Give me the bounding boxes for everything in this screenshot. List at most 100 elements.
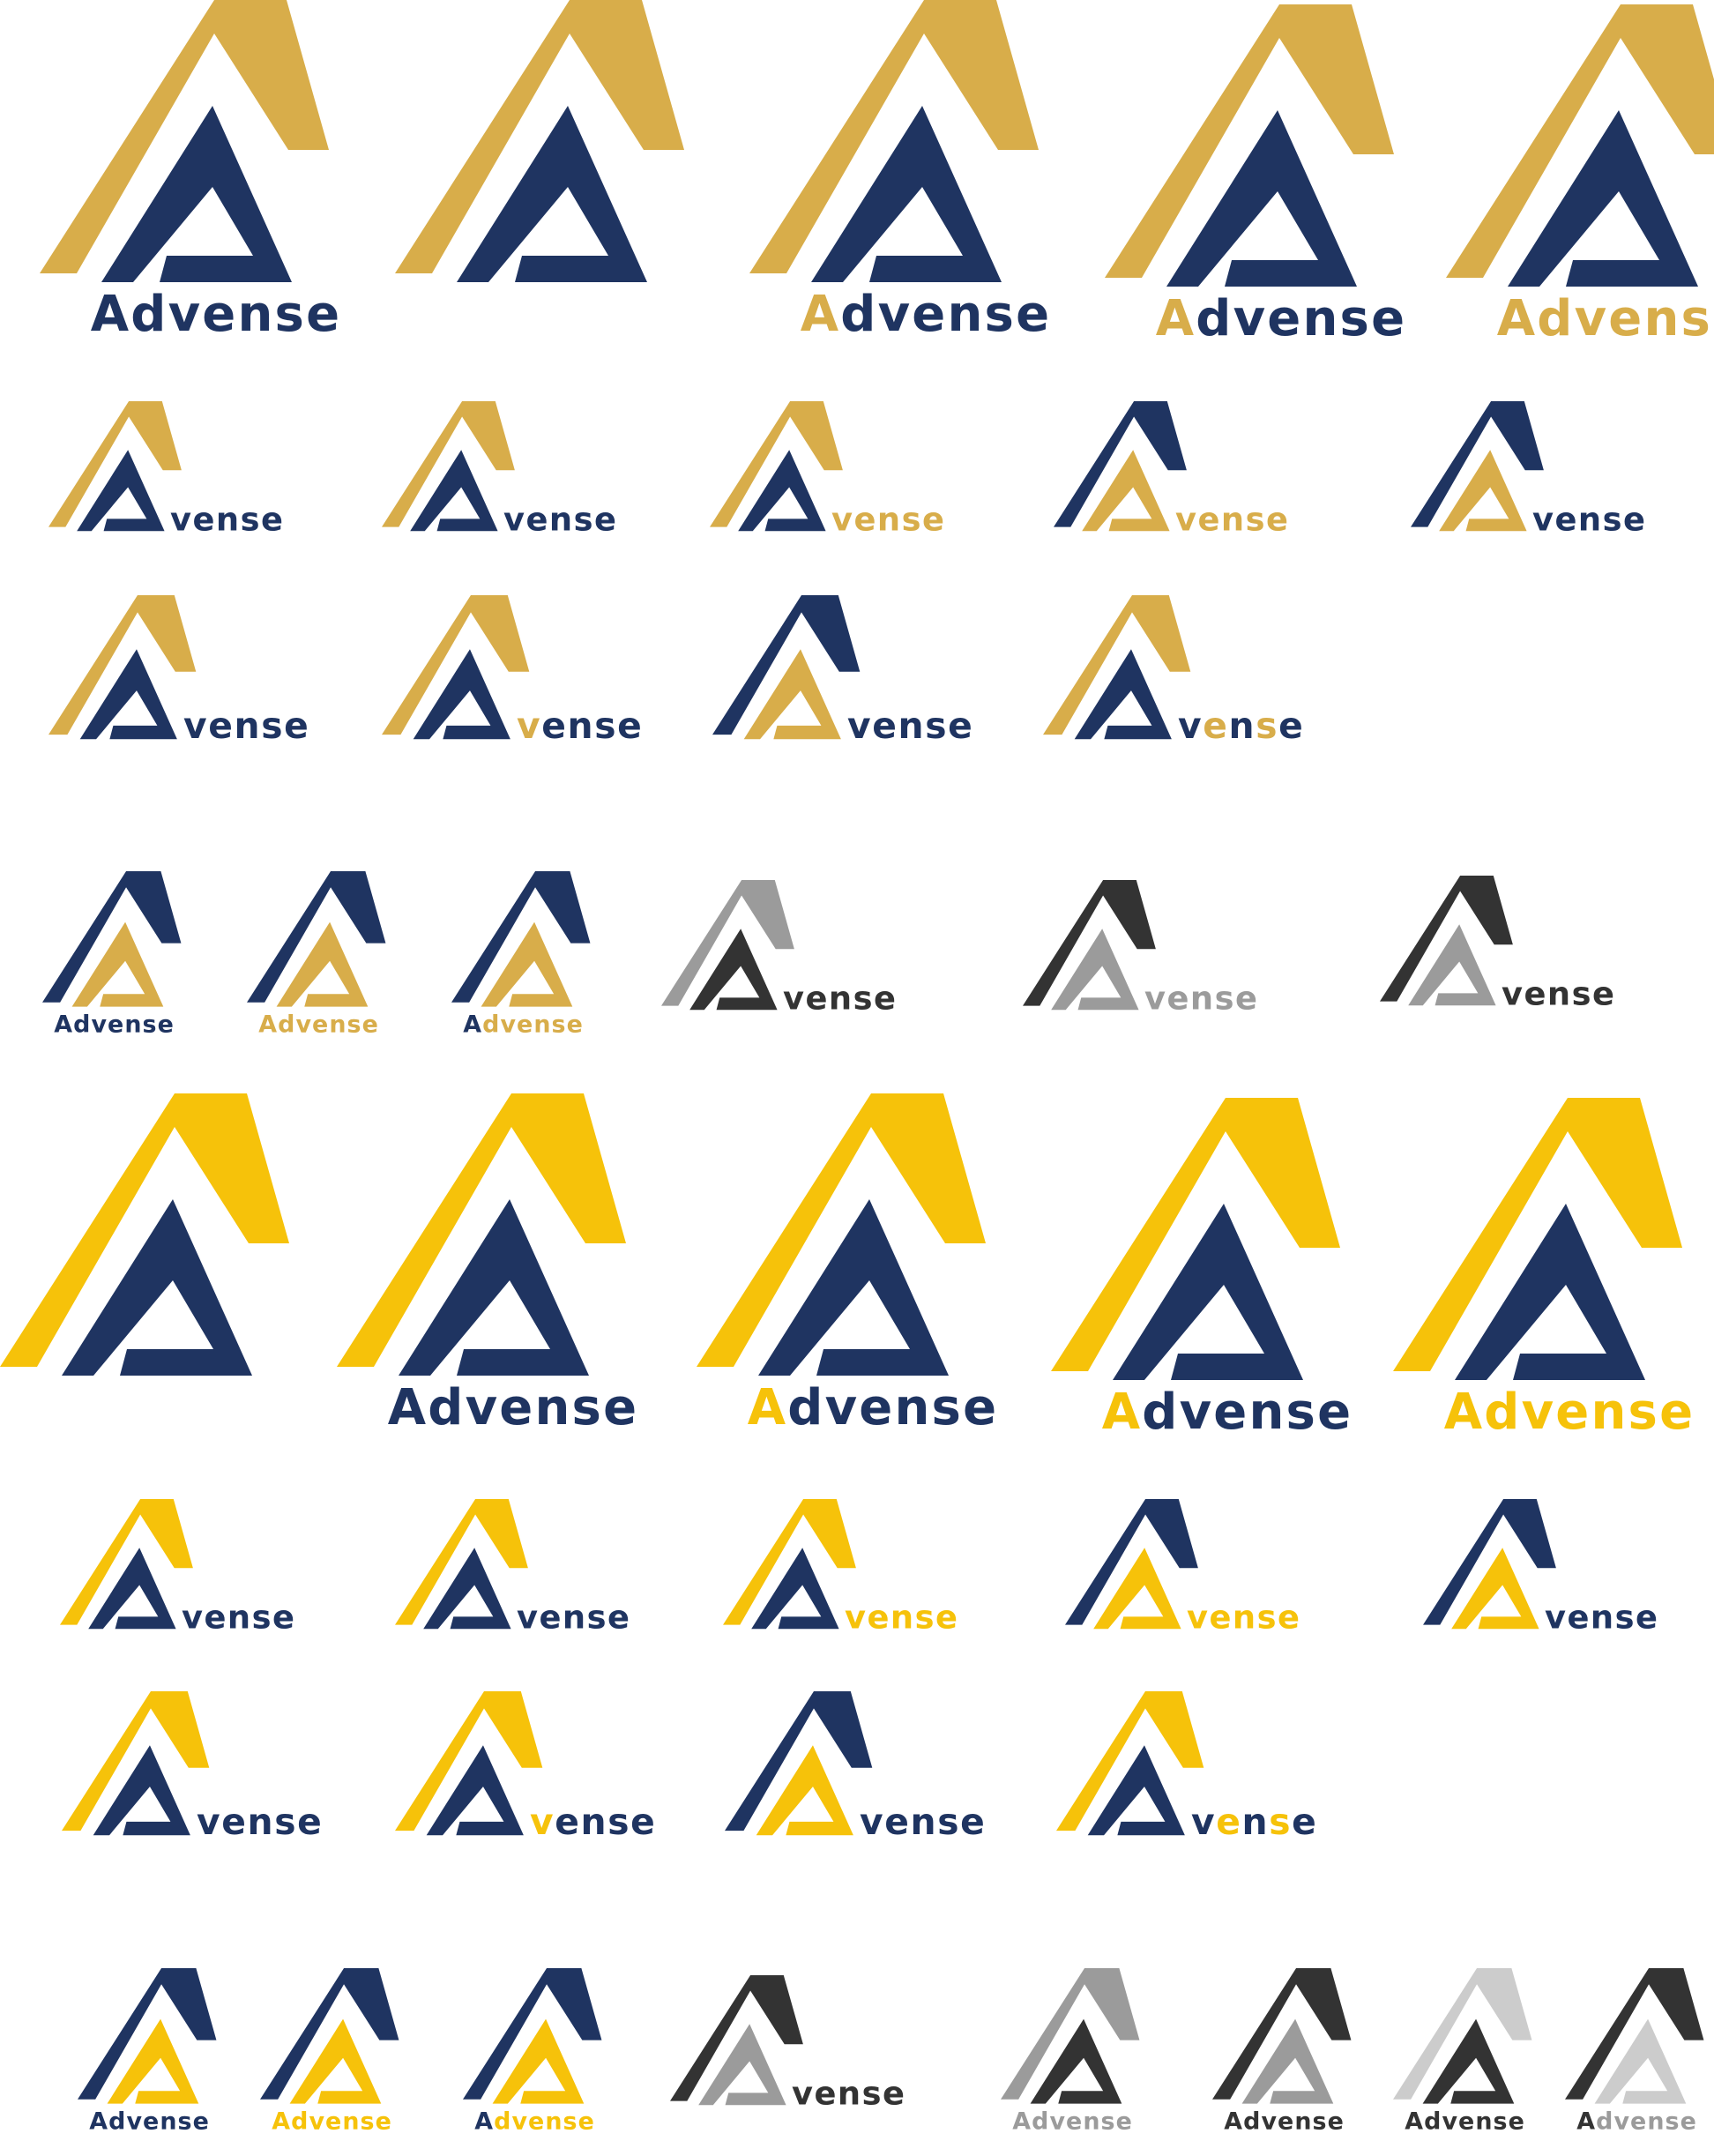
logo-roof-chevron xyxy=(712,595,861,735)
wordmark-letter: s xyxy=(563,2108,578,2135)
wordmark-letter: s xyxy=(241,500,261,538)
wordmark-letter: s xyxy=(1628,1384,1660,1441)
logo-variant: vense xyxy=(48,401,283,538)
wordmark-letter: s xyxy=(985,286,1017,343)
wordmark-letter: e xyxy=(874,979,897,1017)
logo-wordmark: Advense xyxy=(801,286,1052,343)
wordmark-letter: v xyxy=(170,500,192,538)
wordmark-letter: v xyxy=(1191,1801,1216,1843)
logo-variant: Advense xyxy=(1446,4,1714,347)
wordmark-letter: e xyxy=(362,1011,379,1038)
logo-wordmark: Advense xyxy=(1497,290,1714,347)
logo-wordmark: vense xyxy=(1187,1598,1300,1636)
wordmark-letter: s xyxy=(937,1801,960,1843)
wordmark-letter: A xyxy=(801,286,841,343)
wordmark-letter: A xyxy=(1444,1384,1485,1441)
wordmark-letter: s xyxy=(552,1011,567,1038)
wordmark-letter: v xyxy=(168,286,203,343)
wordmark-letter: n xyxy=(1248,1384,1286,1441)
wordmark-letter: n xyxy=(581,1801,608,1843)
logo-roof-chevron xyxy=(1105,4,1394,278)
wordmark-letter: n xyxy=(235,705,262,747)
wordmark-letter: v xyxy=(503,500,525,538)
wordmark-letter: v xyxy=(860,1801,884,1843)
wordmark-letter: v xyxy=(91,1011,108,1038)
wordmark-letter: n xyxy=(947,286,984,343)
wordmark-letter: v xyxy=(500,1011,517,1038)
logo-wordmark: Advense xyxy=(54,1011,175,1038)
logo-roof-chevron xyxy=(395,1499,528,1625)
wordmark-letter: n xyxy=(1578,500,1603,538)
logo-variant: vense xyxy=(710,401,944,538)
wordmark-letter: v xyxy=(1261,2108,1278,2135)
logo-wordmark: Advense xyxy=(1405,2108,1525,2135)
wordmark-letter: n xyxy=(1475,2108,1493,2135)
wordmark-letter: n xyxy=(1083,2108,1100,2135)
wordmark-letter: s xyxy=(932,1379,964,1436)
logo-wordmark: vense xyxy=(517,1598,630,1636)
logo-variant: vense xyxy=(62,1691,322,1843)
wordmark-letter: s xyxy=(1340,290,1372,347)
wordmark-letter: s xyxy=(1269,1801,1292,1843)
wordmark-letter: n xyxy=(1229,705,1256,747)
wordmark-letter: e xyxy=(1166,979,1189,1017)
wordmark-letter: s xyxy=(252,1598,272,1636)
logo-variant: Advense xyxy=(697,1093,998,1436)
wordmark-letter: v xyxy=(1522,1384,1556,1441)
logo-wordmark: vense xyxy=(1532,500,1646,538)
logo-wordmark: vense xyxy=(1178,705,1304,747)
wordmark-letter: e xyxy=(1235,979,1258,1017)
wordmark-letter: v xyxy=(126,2108,143,2135)
wordmark-letter: n xyxy=(877,500,902,538)
logo-variant: Advense xyxy=(1393,1968,1532,2135)
logo-roof-chevron xyxy=(337,1093,626,1367)
wordmark-letter: n xyxy=(227,1598,252,1636)
wordmark-letter: e xyxy=(1197,500,1220,538)
wordmark-letter: d xyxy=(1243,2108,1261,2135)
logo-variant: vense xyxy=(48,595,309,747)
logo-variant: vense xyxy=(712,595,973,747)
wordmark-letter: e xyxy=(208,705,234,747)
wordmark-letter: v xyxy=(878,286,913,343)
wordmark-letter: e xyxy=(630,1801,656,1843)
wordmark-letter: v xyxy=(1178,705,1203,747)
wordmark-letter: e xyxy=(1592,974,1615,1012)
logo-wordmark: Advense xyxy=(91,286,342,343)
logo-variant: Advense xyxy=(1212,1968,1352,2135)
wordmark-letter: v xyxy=(1502,974,1524,1012)
wordmark-letter: n xyxy=(329,1011,347,1038)
wordmark-letter: e xyxy=(202,286,237,343)
wordmark-letter: e xyxy=(1630,2108,1647,2135)
logo-wordmark: vense xyxy=(183,705,309,747)
wordmark-letter: d xyxy=(1196,290,1233,347)
wordmark-letter: n xyxy=(549,500,574,538)
wordmark-letter: e xyxy=(517,1011,533,1038)
logo-variant: vense xyxy=(395,1691,656,1843)
logo-wordmark: vense xyxy=(530,1801,656,1843)
wordmark-letter: e xyxy=(1328,2108,1345,2135)
wordmark-letter: e xyxy=(963,1379,998,1436)
wordmark-letter: e xyxy=(1292,1801,1317,1843)
logo-variant: vense xyxy=(725,1691,985,1843)
wordmark-letter: e xyxy=(867,1598,890,1636)
wordmark-letter: e xyxy=(805,979,828,1017)
logo-variant: Advense xyxy=(78,1968,217,2135)
logo-roof-chevron xyxy=(395,0,684,273)
wordmark-letter: e xyxy=(539,1598,562,1636)
wordmark-letter: e xyxy=(948,705,973,747)
wordmark-letter: n xyxy=(891,1598,915,1636)
logo-variant: Advense xyxy=(40,0,342,343)
logo-variant: Advense xyxy=(451,871,591,1038)
wordmark-letter: v xyxy=(1575,290,1609,347)
wordmark-letter: e xyxy=(1509,2108,1525,2135)
wordmark-letter: n xyxy=(568,705,595,747)
logo-wordmark: Advense xyxy=(463,1011,584,1038)
wordmark-letter: n xyxy=(545,2108,563,2135)
logo-variant: Advense xyxy=(247,871,386,1038)
wordmark-letter: A xyxy=(463,1011,482,1038)
logo-roof-chevron xyxy=(710,401,843,527)
wordmark-letter: e xyxy=(272,1598,295,1636)
logo-roof-chevron xyxy=(1423,1499,1556,1625)
logo-roof-chevron xyxy=(1056,1691,1204,1831)
wordmark-letter: e xyxy=(1371,290,1406,347)
